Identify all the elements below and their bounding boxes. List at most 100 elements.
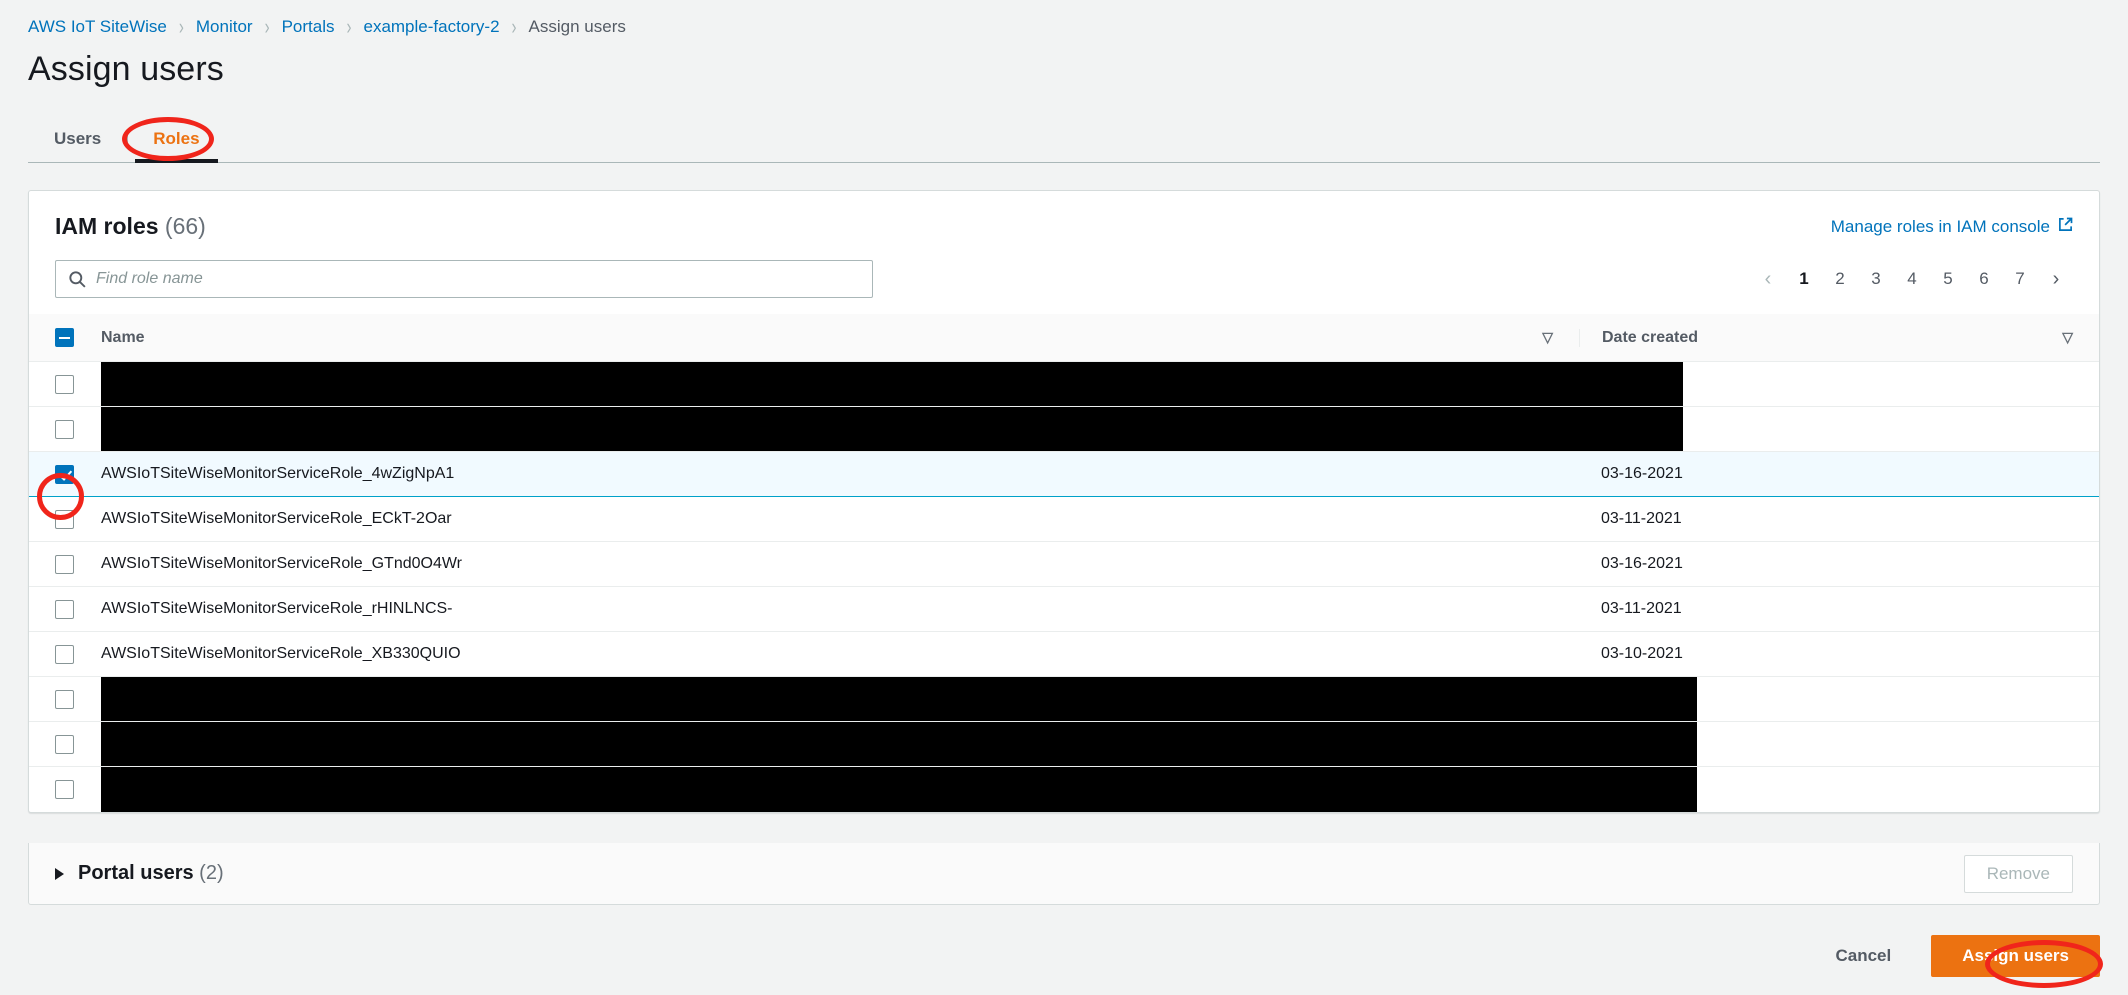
role-name-cell: AWSIoTSiteWiseMonitorServiceRole_4wZigNp… (101, 452, 1579, 497)
pagination-next-icon[interactable]: › (2039, 262, 2073, 296)
row-checkbox-cell (29, 767, 101, 812)
pagination-page-6[interactable]: 6 (1967, 262, 2001, 296)
table-toolbar: ‹ 1 2 3 4 5 6 7 › (29, 246, 2099, 314)
row-checkbox[interactable] (55, 645, 74, 664)
tab-bar: Users Roles (0, 115, 2128, 163)
card-title: IAM roles (66) (55, 213, 206, 240)
pagination-page-1[interactable]: 1 (1787, 262, 1821, 296)
page-title: Assign users (0, 40, 2128, 89)
role-name-cell: AWSIoTSiteWiseMonitorServiceRole_rHINLNC… (101, 587, 1579, 632)
pagination: ‹ 1 2 3 4 5 6 7 › (1751, 262, 2073, 296)
card-header: IAM roles (66) Manage roles in IAM conso… (29, 191, 2099, 246)
row-checkbox-cell (29, 677, 101, 722)
row-checkbox[interactable] (55, 690, 74, 709)
iam-roles-card: IAM roles (66) Manage roles in IAM conso… (28, 190, 2100, 813)
column-header-date-created-label: Date created (1602, 329, 1698, 347)
sort-descending-icon[interactable]: ▽ (1542, 329, 1553, 346)
select-all-checkbox[interactable] (55, 328, 74, 347)
column-header-name[interactable]: Name ▽ (101, 314, 1579, 362)
table-header-row: Name ▽ Date created ▽ (29, 314, 2099, 362)
row-checkbox-cell (29, 407, 101, 452)
table-header: Name ▽ Date created ▽ (29, 314, 2099, 362)
pagination-page-3[interactable]: 3 (1859, 262, 1893, 296)
role-name-cell: AWSIoTSiteWiseMonitorServiceRole_XB330QU… (101, 632, 1579, 677)
redacted-cell (101, 407, 2099, 452)
card-title-count: (66) (165, 213, 206, 239)
search-input[interactable] (56, 261, 872, 297)
table-row-selected[interactable]: AWSIoTSiteWiseMonitorServiceRole_4wZigNp… (29, 452, 2099, 497)
external-link-icon (2058, 217, 2073, 237)
portal-users-expander[interactable]: Portal users (2) (55, 862, 224, 885)
card-title-text: IAM roles (55, 213, 159, 239)
assign-users-page: AWS IoT SiteWise › Monitor › Portals › e… (0, 0, 2128, 995)
row-checkbox[interactable] (55, 555, 74, 574)
table-row[interactable]: AWSIoTSiteWiseMonitorServiceRole_XB330QU… (29, 632, 2099, 677)
redacted-cell (101, 677, 2099, 722)
date-created-cell: 03-16-2021 (1579, 452, 2099, 497)
redaction-bar (101, 767, 1697, 812)
breadcrumb-item-example-factory-2[interactable]: example-factory-2 (363, 17, 499, 37)
iam-roles-table: Name ▽ Date created ▽ (29, 314, 2099, 812)
redaction-bar (101, 362, 1683, 406)
table-row[interactable]: AWSIoTSiteWiseMonitorServiceRole_GTnd0O4… (29, 542, 2099, 587)
table-row[interactable] (29, 767, 2099, 812)
table-row[interactable] (29, 362, 2099, 407)
remove-button[interactable]: Remove (1964, 855, 2073, 893)
breadcrumb-item-portals[interactable]: Portals (282, 17, 335, 37)
redacted-cell (101, 722, 2099, 767)
row-checkbox[interactable] (55, 420, 74, 439)
redacted-cell (101, 362, 2099, 407)
row-checkbox-checked[interactable] (55, 465, 74, 484)
column-header-date-created[interactable]: Date created ▽ (1579, 314, 2099, 362)
table-row[interactable]: AWSIoTSiteWiseMonitorServiceRole_ECkT-2O… (29, 497, 2099, 542)
row-checkbox-cell (29, 452, 101, 497)
table-body: AWSIoTSiteWiseMonitorServiceRole_4wZigNp… (29, 362, 2099, 812)
pagination-page-5[interactable]: 5 (1931, 262, 1965, 296)
breadcrumb-item-aws-iot-sitewise[interactable]: AWS IoT SiteWise (28, 17, 167, 37)
pagination-page-7[interactable]: 7 (2003, 262, 2037, 296)
pagination-page-2[interactable]: 2 (1823, 262, 1857, 296)
sort-descending-icon[interactable]: ▽ (2062, 329, 2073, 346)
select-all-header (29, 314, 101, 362)
search-box[interactable] (55, 260, 873, 298)
redaction-bar (101, 722, 1697, 766)
pagination-page-4[interactable]: 4 (1895, 262, 1929, 296)
row-checkbox[interactable] (55, 780, 74, 799)
breadcrumb-item-assign-users: Assign users (529, 17, 626, 37)
tab-roles[interactable]: Roles (127, 129, 225, 163)
chevron-right-icon (55, 868, 64, 880)
search-icon (68, 270, 87, 294)
table-row[interactable] (29, 677, 2099, 722)
footer-actions: Cancel Assign users (1831, 935, 2100, 977)
tab-users[interactable]: Users (28, 129, 127, 163)
row-checkbox-cell (29, 722, 101, 767)
cancel-button[interactable]: Cancel (1831, 938, 1895, 974)
breadcrumb-separator-icon: › (512, 15, 517, 40)
date-created-cell: 03-10-2021 (1579, 632, 2099, 677)
row-checkbox[interactable] (55, 375, 74, 394)
pagination-previous-icon[interactable]: ‹ (1751, 262, 1785, 296)
row-checkbox[interactable] (55, 510, 74, 529)
table-row[interactable]: AWSIoTSiteWiseMonitorServiceRole_rHINLNC… (29, 587, 2099, 632)
redacted-cell (101, 767, 2099, 812)
role-name-cell: AWSIoTSiteWiseMonitorServiceRole_ECkT-2O… (101, 497, 1579, 542)
row-checkbox[interactable] (55, 735, 74, 754)
breadcrumb: AWS IoT SiteWise › Monitor › Portals › e… (0, 0, 2128, 40)
breadcrumb-item-monitor[interactable]: Monitor (196, 17, 253, 37)
breadcrumb-separator-icon: › (346, 15, 351, 40)
breadcrumb-separator-icon: › (265, 15, 270, 40)
breadcrumb-separator-icon: › (179, 15, 184, 40)
redaction-bar (101, 677, 1697, 721)
table-row[interactable] (29, 407, 2099, 452)
column-header-name-label: Name (101, 329, 145, 347)
date-created-cell: 03-16-2021 (1579, 542, 2099, 587)
assign-users-button[interactable]: Assign users (1931, 935, 2100, 977)
row-checkbox-cell (29, 632, 101, 677)
portal-users-section: Portal users (2) Remove (28, 843, 2100, 905)
manage-roles-in-iam-console-link[interactable]: Manage roles in IAM console (1831, 217, 2073, 237)
row-checkbox-cell (29, 497, 101, 542)
date-created-cell: 03-11-2021 (1579, 497, 2099, 542)
table-row[interactable] (29, 722, 2099, 767)
role-name-cell: AWSIoTSiteWiseMonitorServiceRole_GTnd0O4… (101, 542, 1579, 587)
row-checkbox[interactable] (55, 600, 74, 619)
